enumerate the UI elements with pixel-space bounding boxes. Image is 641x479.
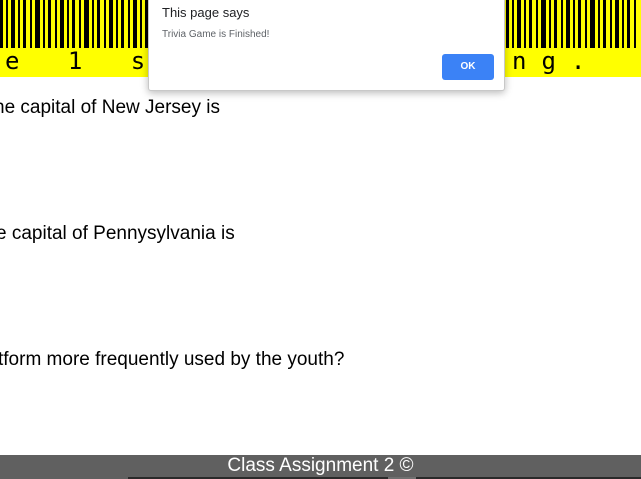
question-1: he capital of New Jersey is	[0, 97, 220, 118]
question-3: tform more frequently used by the youth?	[0, 349, 345, 370]
dialog-title: This page says	[162, 5, 250, 20]
banner-text-right: ng.	[512, 47, 601, 75]
dialog-message: Trivia Game is Finished!	[162, 29, 270, 40]
alert-dialog: This page says Trivia Game is Finished! …	[148, 0, 505, 91]
question-2: e capital of Pennysylvania is	[0, 223, 235, 244]
footer: Class Assignment 2 ©	[0, 455, 641, 479]
footer-text: Class Assignment 2 ©	[227, 455, 414, 476]
ok-button[interactable]: OK	[442, 54, 494, 80]
